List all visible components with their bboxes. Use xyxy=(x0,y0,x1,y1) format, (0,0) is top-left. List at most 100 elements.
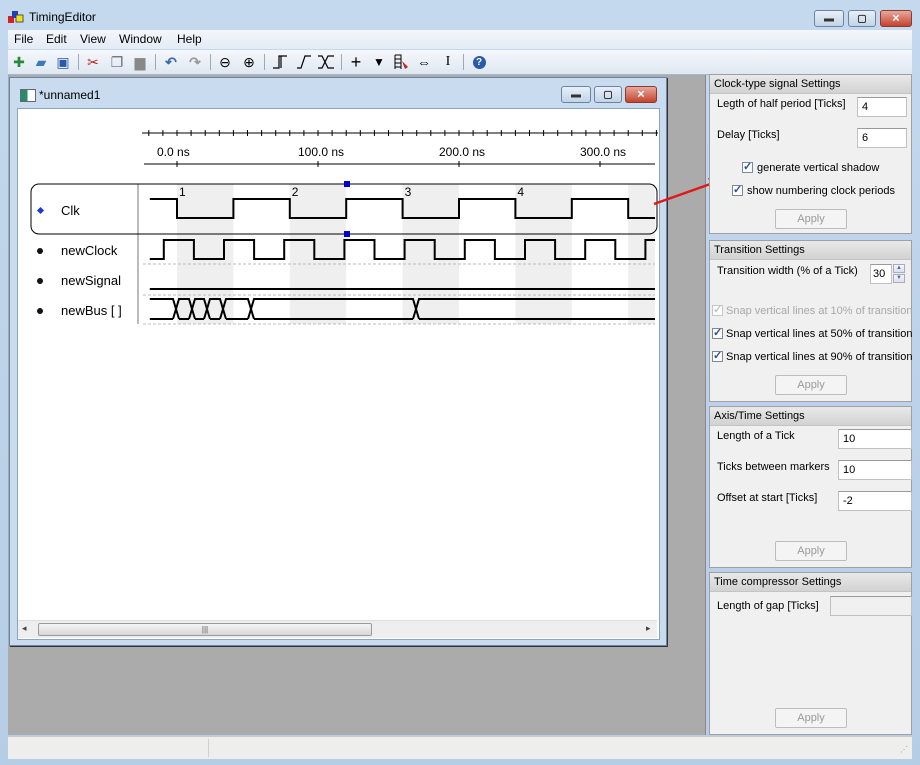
half-period-input[interactable] xyxy=(857,97,907,117)
close-icon: ✕ xyxy=(636,89,646,100)
panel-header: Transition Settings xyxy=(710,241,911,260)
copy-icon[interactable]: ❐ xyxy=(108,53,126,71)
add-bus-icon[interactable] xyxy=(317,53,335,71)
maximize-icon: ▢ xyxy=(603,89,613,100)
doc-maximize-button[interactable]: ▢ xyxy=(594,86,622,103)
document-icon xyxy=(20,89,36,102)
menu-bar: File Edit View Window Help xyxy=(8,30,912,49)
shadow-label: generate vertical shadow xyxy=(757,162,880,174)
add-time-marker-icon[interactable]: + xyxy=(347,53,365,71)
transition-width-input[interactable] xyxy=(870,264,892,284)
doc-minimize-button[interactable]: ▬ xyxy=(561,86,591,103)
spin-down-icon[interactable]: ▼ xyxy=(893,274,905,283)
axis-marker-label: 100.0 ns xyxy=(298,145,344,159)
signal-bullet xyxy=(37,248,43,254)
scrollbar-thumb[interactable]: ||| xyxy=(38,623,372,636)
transition-settings-panel: Transition Settings Transition width (% … xyxy=(709,240,913,402)
signal-name-newbus[interactable]: newBus [ ] xyxy=(61,303,122,318)
half-period-label: Legth of half period [Ticks] xyxy=(717,98,846,110)
status-bar: ⋰ xyxy=(8,736,912,759)
signal-name-newsignal[interactable]: newSignal xyxy=(61,273,121,288)
compressor-apply-button[interactable]: Apply xyxy=(775,708,847,728)
scroll-right-icon[interactable]: ▸ xyxy=(646,623,651,634)
snap50-label: Snap vertical lines at 50% of transition xyxy=(726,328,913,340)
ticks-between-markers-input[interactable] xyxy=(838,460,912,480)
time-compressor-icon[interactable]: I xyxy=(439,53,457,71)
transition-apply-button[interactable]: Apply xyxy=(775,375,847,395)
help-icon[interactable]: ? xyxy=(470,53,488,71)
menu-window[interactable]: Window xyxy=(119,32,162,46)
clock-settings-panel: Clock-type signal Settings Legth of half… xyxy=(709,74,912,234)
close-icon: ✕ xyxy=(891,13,901,24)
menu-file[interactable]: File xyxy=(14,32,33,46)
maximize-button[interactable]: ▢ xyxy=(848,10,876,27)
toolbar-separator xyxy=(155,54,156,70)
close-button[interactable]: ✕ xyxy=(880,10,912,27)
horizontal-scrollbar[interactable]: ◂ ||| ▸ xyxy=(18,620,657,638)
snap50-checkbox[interactable]: ✓ xyxy=(712,327,723,339)
zoom-out-icon[interactable]: ⊖ xyxy=(216,53,234,71)
toolbar: ✚ ▰ ▣ ✂ ❐ ▆ ↶ ↷ ⊖ ⊕ + ▼ ⇔ I ? xyxy=(8,50,912,75)
app-logo-icon xyxy=(8,11,24,23)
add-text-icon[interactable] xyxy=(392,53,410,71)
panel-header: Clock-type signal Settings xyxy=(710,75,911,94)
axis-marker-label: 300.0 ns xyxy=(580,145,626,159)
axis-settings-panel: Axis/Time Settings Length of a Tick Tick… xyxy=(709,406,912,568)
delay-input[interactable] xyxy=(857,128,907,148)
selection-handle xyxy=(344,181,350,187)
title-bar: TimingEditor ▬ ▢ ✕ xyxy=(0,0,920,30)
compressor-settings-panel: Time compressor Settings Length of gap [… xyxy=(709,572,912,735)
redo-icon[interactable]: ↷ xyxy=(186,53,204,71)
menu-help[interactable]: Help xyxy=(177,32,202,46)
snap10-checkbox[interactable]: ✓ xyxy=(712,304,723,316)
signal-name-newclock[interactable]: newClock xyxy=(61,243,117,258)
check-icon: ✓ xyxy=(743,161,753,173)
doc-close-button[interactable]: ✕ xyxy=(625,86,657,103)
undo-icon[interactable]: ↶ xyxy=(162,53,180,71)
numbering-label: show numbering clock periods xyxy=(747,185,895,197)
timing-diagram-canvas[interactable]: 0.0 ns 100.0 ns 200.0 ns 300.0 ns 1 2 3 4 Clk n… xyxy=(17,108,660,640)
clock-period-number: 4 xyxy=(517,185,524,199)
tick-length-input[interactable] xyxy=(838,429,912,449)
signal-bullet xyxy=(37,308,43,314)
toolbar-separator xyxy=(463,54,464,70)
clock-shadow-band xyxy=(289,184,347,324)
signal-name-clk[interactable]: Clk xyxy=(61,203,80,218)
toolbar-separator xyxy=(78,54,79,70)
zoom-in-icon[interactable]: ⊕ xyxy=(240,53,258,71)
menu-view[interactable]: View xyxy=(80,32,106,46)
clock-apply-button[interactable]: Apply xyxy=(775,209,847,229)
offset-label: Offset at start [Ticks] xyxy=(717,492,818,504)
clock-period-number: 1 xyxy=(179,185,186,199)
numbering-checkbox[interactable]: ✓ xyxy=(732,184,743,196)
toolbar-separator xyxy=(341,54,342,70)
selection-handle xyxy=(344,231,350,237)
axis-apply-button[interactable]: Apply xyxy=(775,541,847,561)
app-window: TimingEditor ▬ ▢ ✕ File Edit View Window… xyxy=(0,0,920,765)
snap90-label: Snap vertical lines at 90% of transition xyxy=(726,351,913,363)
add-clock-icon[interactable] xyxy=(271,53,289,71)
minimize-button[interactable]: ▬ xyxy=(814,10,844,27)
spin-up-icon[interactable]: ▲ xyxy=(893,264,905,273)
snap90-checkbox[interactable]: ✓ xyxy=(712,350,723,362)
shadow-checkbox[interactable]: ✓ xyxy=(742,161,753,173)
add-signal-icon[interactable] xyxy=(295,53,313,71)
panel-header: Axis/Time Settings xyxy=(710,407,911,426)
resize-grip-icon[interactable]: ⋰ xyxy=(900,745,908,754)
add-arrow-icon[interactable]: ▼ xyxy=(370,53,388,71)
horizontal-arrow-icon[interactable]: ⇔ xyxy=(415,53,433,71)
paste-icon[interactable]: ▆ xyxy=(131,53,149,71)
menu-edit[interactable]: Edit xyxy=(46,32,67,46)
toolbar-separator xyxy=(264,54,265,70)
open-icon[interactable]: ▰ xyxy=(32,53,50,71)
cut-icon[interactable]: ✂ xyxy=(84,53,102,71)
check-icon: ✓ xyxy=(713,327,723,339)
gap-length-input[interactable] xyxy=(830,596,912,616)
scroll-left-icon[interactable]: ◂ xyxy=(22,623,27,634)
offset-input[interactable] xyxy=(838,491,912,511)
new-icon[interactable]: ✚ xyxy=(10,53,28,71)
save-icon[interactable]: ▣ xyxy=(54,53,72,71)
check-icon: ✓ xyxy=(733,184,743,196)
panel-header: Time compressor Settings xyxy=(710,573,911,592)
axis-marker-label: 200.0 ns xyxy=(439,145,485,159)
